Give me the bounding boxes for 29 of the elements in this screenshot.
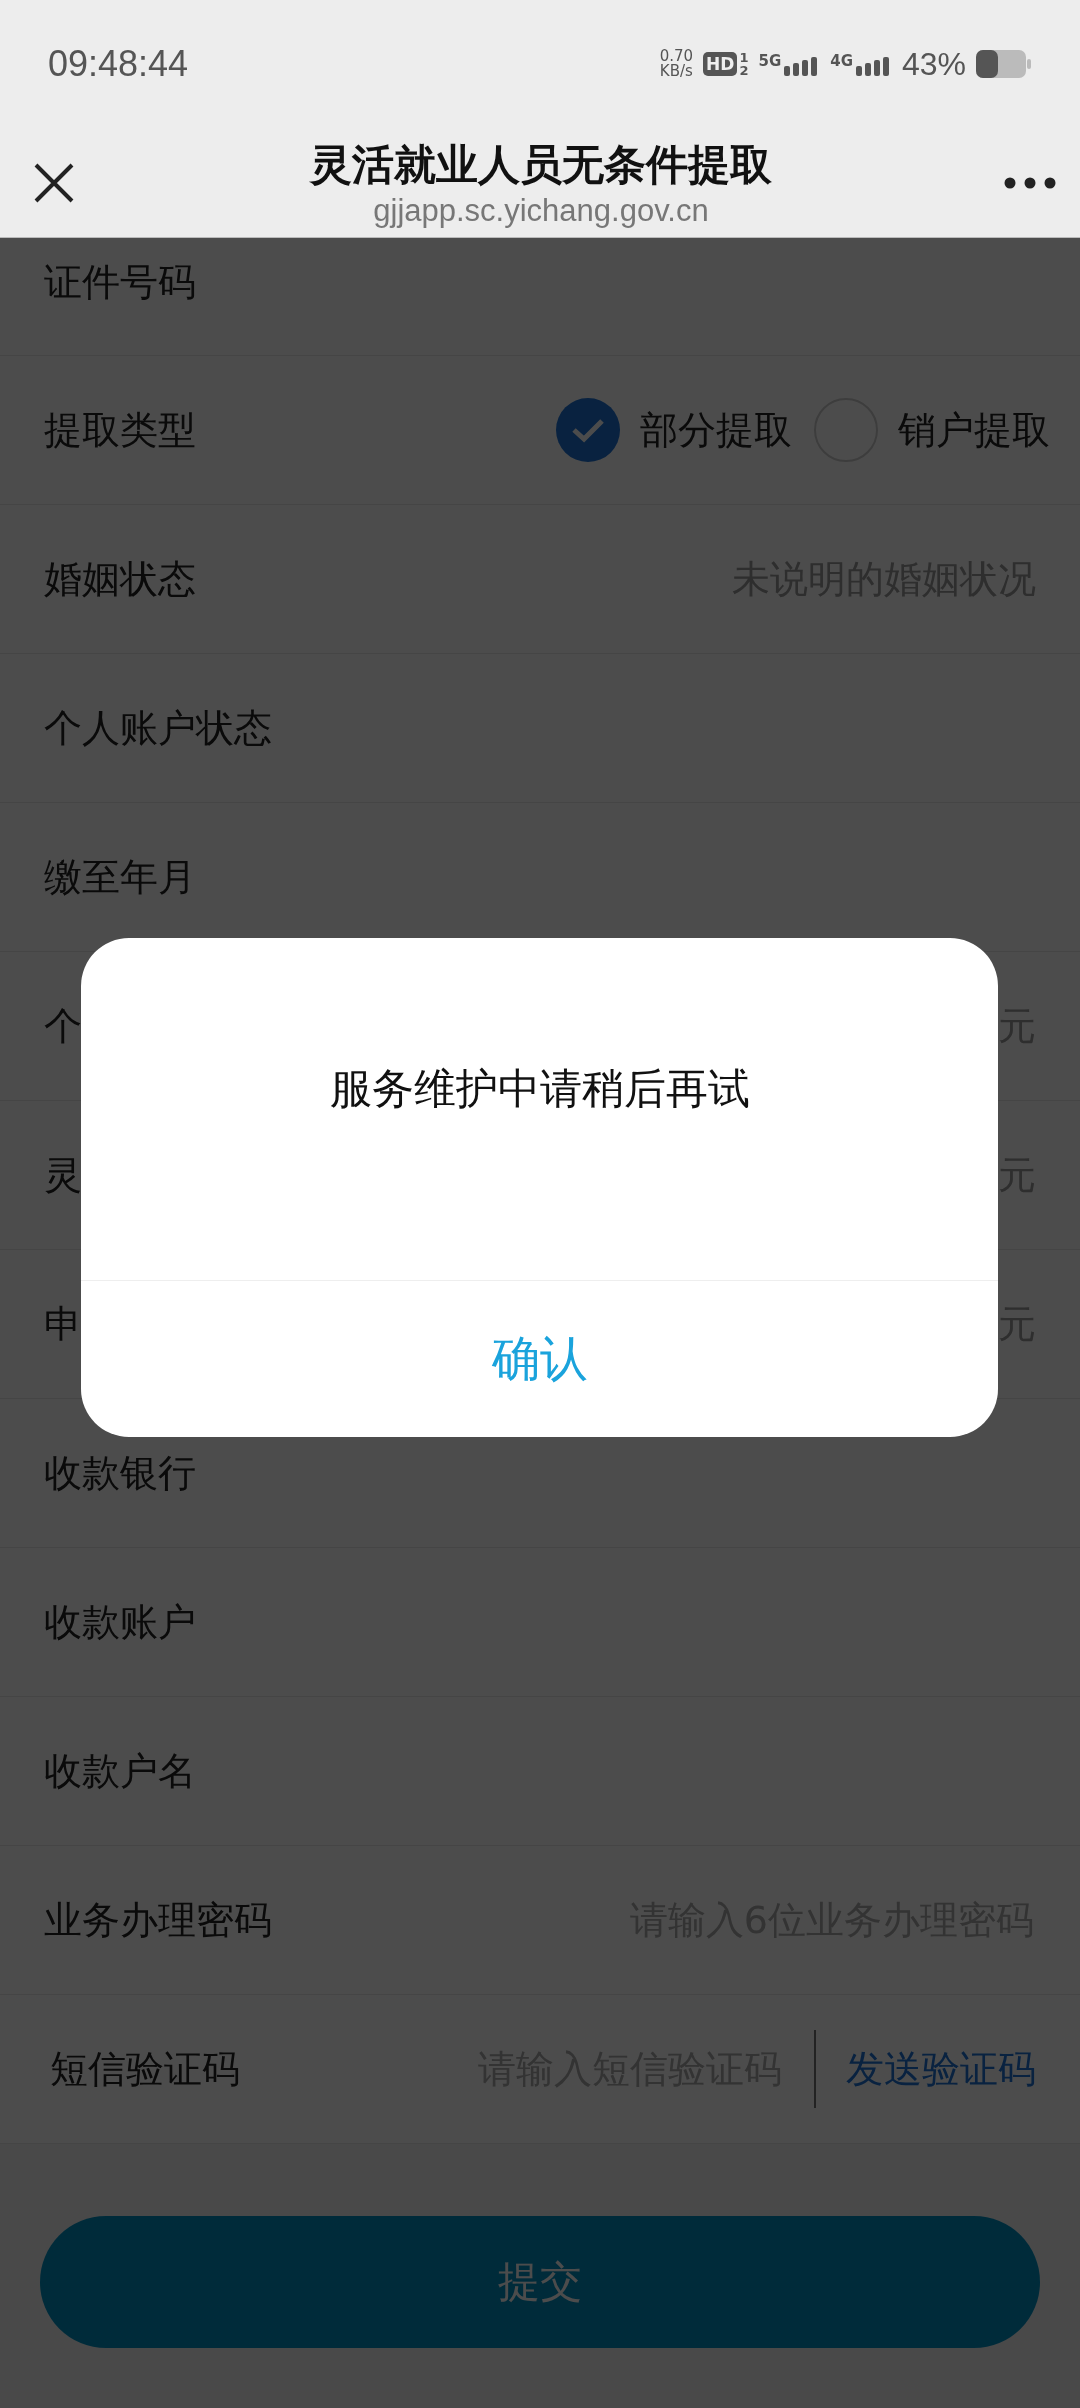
field-label: 业务办理密码 (44, 1896, 272, 1944)
field-label: 提取类型 (44, 406, 196, 454)
field-label: 收款银行 (44, 1449, 196, 1497)
field-label: 证件号码 (44, 259, 196, 306)
page-title: 灵活就业人员无条件提取 (310, 138, 772, 191)
field-label: 灵 (44, 1151, 82, 1199)
network-speed: 0.70 KB/s (659, 49, 694, 79)
field-label: 个 (44, 1002, 82, 1050)
field-label: 短信验证码 (50, 2045, 240, 2093)
field-label: 缴至年月 (44, 853, 196, 901)
field-label: 婚姻状态 (44, 555, 196, 603)
network-type: 4G (830, 52, 853, 70)
hd-icon: HD (703, 52, 738, 76)
field-label: 收款户名 (44, 1747, 196, 1795)
radio-label: 销户提取 (898, 406, 1050, 454)
send-code-link[interactable]: 发送验证码 (846, 2043, 1036, 2095)
battery-icon (976, 50, 1032, 78)
more-icon[interactable] (1004, 176, 1056, 189)
radio-label: 部分提取 (640, 406, 792, 454)
sim-numbers: 1 2 (739, 51, 749, 77)
field-label: 个人账户状态 (44, 704, 272, 752)
field-label: 申 (44, 1300, 82, 1348)
dialog-message: 服务维护中请稍后再试 (328, 1063, 751, 1115)
page-url: gjjapp.sc.yichang.gov.cn (373, 192, 709, 229)
confirm-button[interactable]: 确认 (81, 1280, 998, 1437)
battery-percent: 43% (901, 45, 966, 83)
network-type: 5G (758, 52, 782, 70)
field-label: 收款账户 (44, 1598, 196, 1646)
status-time: 09:48:44 (48, 43, 189, 85)
